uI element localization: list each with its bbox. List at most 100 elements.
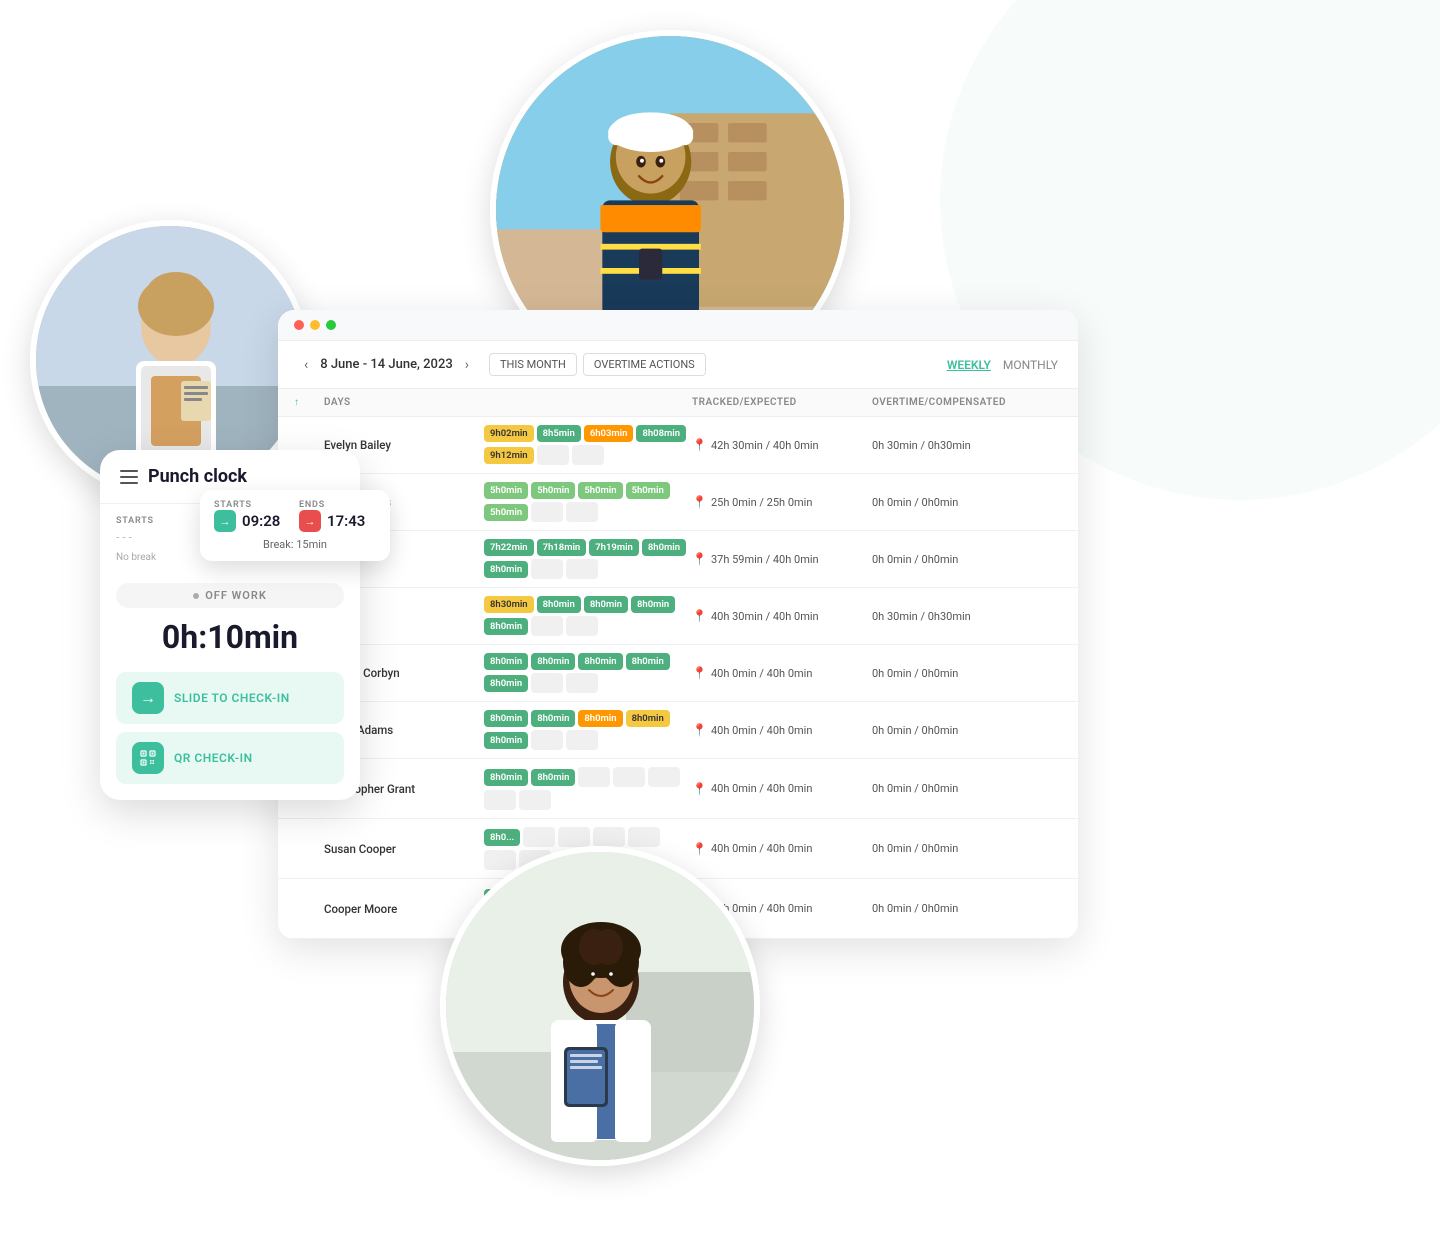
empty-day-badge — [484, 790, 516, 810]
empty-day-badge — [537, 445, 569, 465]
checkin-arrow-icon: → — [132, 682, 164, 714]
table-row[interactable]: Guy Hawkins 5h0min5h0min5h0min5h0min5h0m… — [278, 474, 1078, 531]
table-row[interactable]: ...ines 7h22min7h18min7h19min8h0min8h0mi… — [278, 531, 1078, 588]
slide-checkin-button[interactable]: → SLIDE TO CHECK-IN — [116, 672, 344, 724]
tracked-cell: 📍40h 0min / 40h 0min — [692, 842, 872, 856]
overtime-cell: 0h 0min / 0h0min — [872, 553, 1062, 566]
table-row[interactable]: Christopher Grant 8h0min8h0min 📍40h 0min… — [278, 759, 1078, 819]
view-toggle: WEEKLY MONTHLY — [947, 358, 1058, 372]
table-row[interactable]: Oscar Adams 8h0min8h0min8h0min8h0min8h0m… — [278, 702, 1078, 759]
tracked-cell: 📍40h 0min / 40h 0min — [692, 666, 872, 680]
tracked-value: 42h 30min / 40h 0min — [711, 439, 819, 452]
empty-day-badge — [531, 502, 563, 522]
empty-day-badge — [613, 767, 645, 787]
day-badge: 7h19min — [589, 539, 639, 556]
this-month-button[interactable]: THIS MONTH — [489, 353, 577, 376]
day-badge: 8h0min — [484, 769, 528, 786]
day-badge: 5h0min — [531, 482, 575, 499]
monthly-view-button[interactable]: MONTHLY — [1003, 358, 1058, 372]
off-work-dot — [193, 593, 199, 599]
hamburger-menu-icon[interactable] — [120, 470, 138, 484]
empty-day-badge — [628, 827, 660, 847]
table-row[interactable]: ...dson 8h30min8h0min8h0min8h0min8h0min … — [278, 588, 1078, 645]
qr-checkin-button[interactable]: QR CHECK-IN — [116, 732, 344, 784]
empty-day-badge — [558, 827, 590, 847]
empty-day-badge — [566, 730, 598, 750]
days-cells: 8h0min8h0min8h0min8h0min8h0min — [484, 653, 692, 693]
tracked-cell: 📍 40h 30min / 40h 0min — [692, 609, 872, 623]
table-header: ↑ DAYS TRACKED/EXPECTED OVERTIME/COMPENS… — [278, 389, 1078, 417]
prev-week-button[interactable]: ‹ — [298, 355, 314, 375]
location-icon: 📍 — [692, 552, 707, 566]
scene: ‹ 8 June - 14 June, 2023 › THIS MONTH OV… — [0, 0, 1440, 1246]
overtime-cell: 0h 30min / 0h30min — [872, 610, 1062, 623]
day-badge: 8h0min — [631, 596, 675, 613]
day-badge: 8h0min — [531, 653, 575, 670]
location-icon: 📍 — [692, 609, 707, 623]
day-badge: 8h0min — [484, 732, 528, 749]
days-cells: 9h02min8h5min6h03min8h08min9h12min — [484, 425, 692, 465]
qr-icon — [132, 742, 164, 774]
day-badge: 8h0min — [484, 561, 528, 578]
circle-woman-bottom — [440, 846, 760, 1166]
days-cells: 5h0min5h0min5h0min5h0min5h0min — [484, 482, 692, 522]
tracked-value: 40h 30min / 40h 0min — [711, 610, 819, 623]
overtime-actions-button[interactable]: OVERTIME ACTIONS — [583, 353, 706, 376]
window-dot-yellow[interactable] — [310, 320, 320, 330]
day-badge: 8h0min — [484, 653, 528, 670]
overtime-cell: 0h 0min / 0h0min — [872, 667, 1062, 680]
tooltip-ends-time: → 17:43 — [299, 510, 376, 532]
days-cells: 8h30min8h0min8h0min8h0min8h0min — [484, 596, 692, 636]
days-cells: 8h0min8h0min8h0min8h0min8h0min — [484, 710, 692, 750]
weekly-view-button[interactable]: WEEKLY — [947, 358, 991, 372]
woman-bottom-illustration — [446, 852, 754, 1160]
day-badge: 8h0min — [626, 653, 670, 670]
tooltip-starts: STARTS → 09:28 — [214, 500, 291, 532]
tracked-cell: 📍40h 0min / 40h 0min — [692, 782, 872, 796]
sort-icon[interactable]: ↑ — [294, 397, 324, 408]
day-badge: 8h0min — [584, 596, 628, 613]
table-row[interactable]: Evelyn Bailey 9h02min8h5min6h03min8h08mi… — [278, 417, 1078, 474]
tooltip-starts-time: → 09:28 — [214, 510, 291, 532]
overtime-cell: 0h 0min / 0h0min — [872, 902, 1062, 915]
day-badge: 8h5min — [537, 425, 581, 442]
next-week-button[interactable]: › — [459, 355, 475, 375]
day-badge: 8h0min — [484, 675, 528, 692]
empty-day-badge — [566, 559, 598, 579]
tooltip-time-row: STARTS → 09:28 ENDS → 17:43 — [214, 500, 376, 532]
off-work-text: OFF WORK — [205, 589, 267, 602]
tracked-cell: 📍25h 0min / 25h 0min — [692, 495, 872, 509]
dashboard-card: ‹ 8 June - 14 June, 2023 › THIS MONTH OV… — [278, 310, 1078, 939]
window-dot-green[interactable] — [326, 320, 336, 330]
location-icon: 📍 — [692, 438, 707, 452]
empty-day-badge — [566, 673, 598, 693]
off-work-section: OFF WORK 0h:10min → SLIDE TO CHECK-IN — [100, 571, 360, 800]
col-overtime: OVERTIME/COMPENSATED — [872, 397, 1062, 408]
day-badge: 8h0min — [642, 539, 686, 556]
day-badge: 8h0min — [484, 710, 528, 727]
slide-checkin-label: SLIDE TO CHECK-IN — [174, 691, 290, 705]
empty-day-badge — [572, 445, 604, 465]
empty-day-badge — [531, 730, 563, 750]
table-row[interactable]: Brooke Corbyn 8h0min8h0min8h0min8h0min8h… — [278, 645, 1078, 702]
day-badge: 9h02min — [484, 425, 534, 442]
location-icon: 📍 — [692, 723, 707, 737]
empty-day-badge — [531, 673, 563, 693]
ham-line-1 — [120, 470, 138, 472]
empty-day-badge — [484, 850, 516, 870]
tooltip-ends: ENDS → 17:43 — [299, 500, 376, 532]
day-badge: 8h08min — [636, 425, 686, 442]
day-badge: 7h18min — [537, 539, 587, 556]
punch-clock-title: Punch clock — [148, 466, 247, 487]
empty-day-badge — [531, 616, 563, 636]
day-badge: 8h0min — [537, 596, 581, 613]
tracked-value: 40h 0min / 40h 0min — [711, 724, 812, 737]
ham-line-3 — [120, 482, 138, 484]
location-icon: 📍 — [692, 666, 707, 680]
empty-day-badge — [566, 502, 598, 522]
overtime-cell: 0h 0min / 0h0min — [872, 842, 1062, 855]
overtime-cell: 0h 0min / 0h0min — [872, 782, 1062, 795]
col-days-cells — [484, 397, 692, 408]
day-badge: 8h0min — [531, 710, 575, 727]
window-dot-red[interactable] — [294, 320, 304, 330]
